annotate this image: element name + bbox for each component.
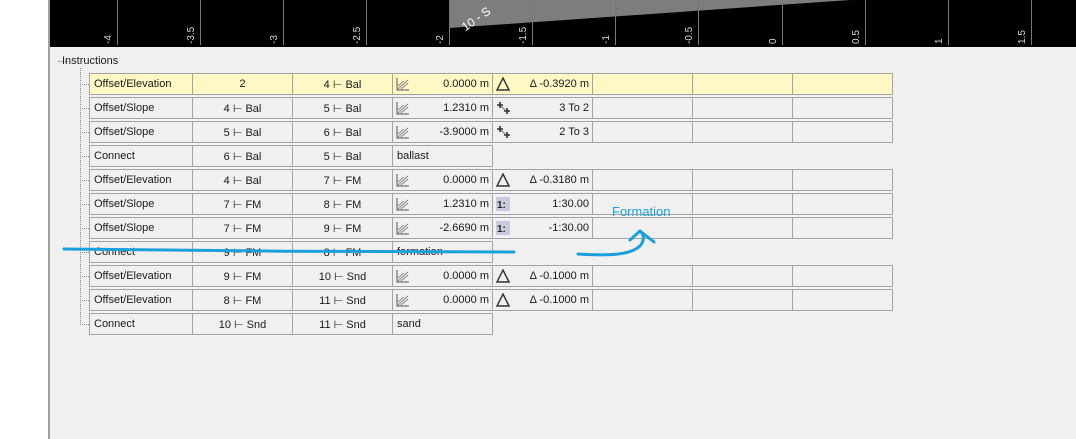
annotation-arrow (576, 229, 656, 257)
annotation-overlay (62, 229, 656, 257)
annotation-formation-text: Formation (612, 204, 671, 219)
strikethrough-line (62, 247, 516, 254)
